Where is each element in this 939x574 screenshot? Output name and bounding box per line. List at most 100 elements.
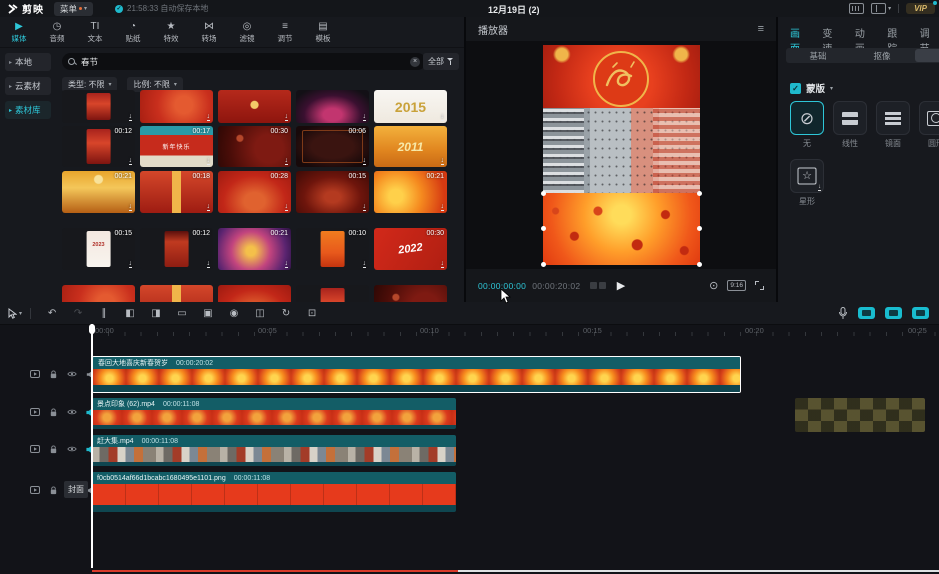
lock-icon[interactable]	[49, 486, 58, 495]
timeline-clip-video[interactable]: 景点印象 (62).mp4 00:00:11:08	[92, 398, 456, 429]
sidebar-item[interactable]: ▸ 素材库	[5, 101, 51, 119]
mask-option[interactable]: ↓ 圆形	[919, 101, 939, 149]
download-icon[interactable]: ↓	[129, 260, 133, 268]
record-voiceover-icon[interactable]	[838, 307, 848, 320]
download-icon[interactable]: ↓	[207, 113, 211, 121]
media-thumbnail[interactable]: ↓	[296, 90, 369, 123]
mask-option[interactable]: ↓ 线性	[833, 101, 867, 149]
keyboard-shortcuts-icon[interactable]	[849, 3, 864, 14]
eye-icon[interactable]	[67, 408, 77, 416]
eye-icon[interactable]	[67, 370, 77, 378]
media-thumbnail[interactable]: 00:18 ↓	[140, 171, 213, 213]
mask-checkbox[interactable]: ✓	[790, 83, 801, 94]
clear-search-icon[interactable]: ×	[410, 57, 420, 67]
freeze-frame-icon[interactable]: ▣	[195, 308, 221, 319]
sidebar-item[interactable]: ▸ 本地	[5, 53, 51, 71]
download-icon[interactable]: ↓	[129, 113, 133, 121]
download-icon[interactable]: ↓	[363, 203, 367, 211]
asset-toolbar-item[interactable]: TI 文本	[76, 21, 114, 44]
split-icon[interactable]: ∥	[91, 308, 117, 319]
media-thumbnail[interactable]: ↓	[62, 90, 135, 123]
cover-button[interactable]: 封面	[64, 481, 88, 498]
download-icon[interactable]: ↓	[207, 260, 211, 268]
mask-option[interactable]: ↓ 镜面	[876, 101, 910, 149]
media-thumbnail[interactable]: 2011 ↓	[374, 126, 447, 167]
eye-icon[interactable]	[67, 445, 77, 453]
mask-option[interactable]: ↓ 星形	[790, 159, 824, 207]
crop-icon[interactable]: ⊡	[299, 308, 325, 319]
search-bar[interactable]: 春节 ×	[62, 53, 426, 70]
player-menu-icon[interactable]: ≡	[758, 23, 764, 35]
download-icon[interactable]: ↓	[285, 203, 289, 211]
aspect-ratio-button[interactable]: 9:16	[727, 280, 746, 291]
media-thumbnail[interactable]: ↓	[140, 285, 213, 302]
selection-handle[interactable]	[697, 262, 702, 267]
chevron-down-icon[interactable]: ▾	[830, 85, 833, 92]
asset-toolbar-item[interactable]: ▤ 模板	[304, 21, 342, 44]
asset-toolbar-item[interactable]: ◷ 音频	[38, 21, 76, 44]
media-thumbnail[interactable]: 00:15 ↓	[296, 171, 369, 213]
media-thumbnail[interactable]: 2022 00:30 ↓	[374, 228, 447, 270]
undo-icon[interactable]: ↶	[39, 308, 65, 319]
fit-to-screen-icon[interactable]: ⊙	[709, 279, 718, 292]
selection-handle[interactable]	[697, 191, 702, 196]
download-icon[interactable]: ↓	[441, 203, 445, 211]
asset-toolbar-item[interactable]: ⋈ 转场	[190, 21, 228, 44]
download-icon[interactable]: ↓	[441, 113, 445, 121]
timeline-scrollbar-red[interactable]	[92, 570, 458, 572]
media-thumbnail[interactable]: 2023 00:15 ↓	[62, 228, 135, 270]
timeline-scrollbar[interactable]	[458, 570, 939, 572]
download-icon[interactable]: ↓	[285, 157, 289, 165]
media-thumbnail[interactable]: 00:21 ↓	[218, 228, 291, 270]
media-thumbnail[interactable]: ↓	[140, 90, 213, 123]
menu-button[interactable]: 菜单 ▾	[54, 2, 93, 16]
download-icon[interactable]: ↓	[441, 157, 445, 165]
preview-quality-icon[interactable]	[590, 282, 606, 289]
reverse-icon[interactable]: ◉	[221, 308, 247, 319]
media-thumbnail[interactable]: 00:10 ↓	[296, 228, 369, 270]
media-thumbnail[interactable]: 00:06 ↓	[296, 126, 369, 167]
media-thumbnail[interactable]: 00:28 ↓	[218, 171, 291, 213]
segment-basic[interactable]: 基础	[786, 50, 850, 62]
fullscreen-icon[interactable]	[755, 281, 764, 290]
download-icon[interactable]: ↓	[285, 260, 289, 268]
selection-handle[interactable]	[697, 226, 702, 231]
delete-left-icon[interactable]: ◧	[117, 308, 143, 319]
delete-right-icon[interactable]: ◨	[143, 308, 169, 319]
segment-selected-cutoff[interactable]	[915, 49, 939, 62]
timeline-ruler[interactable]: 00:00 00:05 00:10 00:15 00:20 00:25	[0, 324, 939, 338]
playhead[interactable]	[91, 324, 93, 568]
sidebar-item[interactable]: ▸ 云素材	[5, 77, 51, 95]
selection-handle[interactable]	[541, 191, 546, 196]
download-icon[interactable]: ↓	[363, 157, 367, 165]
download-icon[interactable]: ↓	[441, 260, 445, 268]
download-icon[interactable]: ↓	[129, 203, 133, 211]
asset-toolbar-item[interactable]: ≡ 调节	[266, 21, 304, 44]
rotate-icon[interactable]: ↻	[273, 308, 299, 319]
lock-icon[interactable]	[49, 408, 58, 417]
preview-axis-toggle-icon[interactable]	[912, 307, 929, 319]
selection-handle[interactable]	[541, 226, 546, 231]
download-icon[interactable]: ↓	[207, 203, 211, 211]
lock-icon[interactable]	[49, 370, 58, 379]
mask-option[interactable]: ↓ 无	[790, 101, 824, 149]
linkage-toggle-icon[interactable]	[885, 307, 902, 319]
media-thumbnail[interactable]: 2015 ↓	[374, 90, 447, 123]
select-tool[interactable]: ▾	[8, 308, 22, 319]
media-thumbnail[interactable]: ↓	[374, 285, 447, 302]
search-input[interactable]: 春节	[81, 56, 405, 68]
asset-toolbar-item[interactable]: ★ 特效	[152, 21, 190, 44]
selection-handle[interactable]	[541, 262, 546, 267]
video-preview[interactable]	[543, 45, 700, 265]
play-button[interactable]: ▶	[617, 279, 625, 292]
mirror-icon[interactable]: ◫	[247, 308, 273, 319]
media-thumbnail[interactable]: 00:12 ↓	[140, 228, 213, 270]
media-thumbnail[interactable]: ↓	[296, 285, 369, 302]
media-thumbnail[interactable]: 00:12 ↓	[62, 126, 135, 167]
timeline-clip-image[interactable]: f0cb0514af66d1bcabc1680495e1101.png 00:0…	[92, 472, 456, 512]
timeline-clip-effect[interactable]: 春回大地喜庆新春贺岁 00:00:20:02	[92, 356, 741, 393]
asset-toolbar-item[interactable]: ▶ 媒体	[0, 21, 38, 44]
download-icon[interactable]: ↓	[285, 113, 289, 121]
vip-button[interactable]: VIP	[906, 3, 935, 14]
timeline-clip-video[interactable]: 赶大集.mp4 00:00:11:08	[92, 435, 456, 466]
